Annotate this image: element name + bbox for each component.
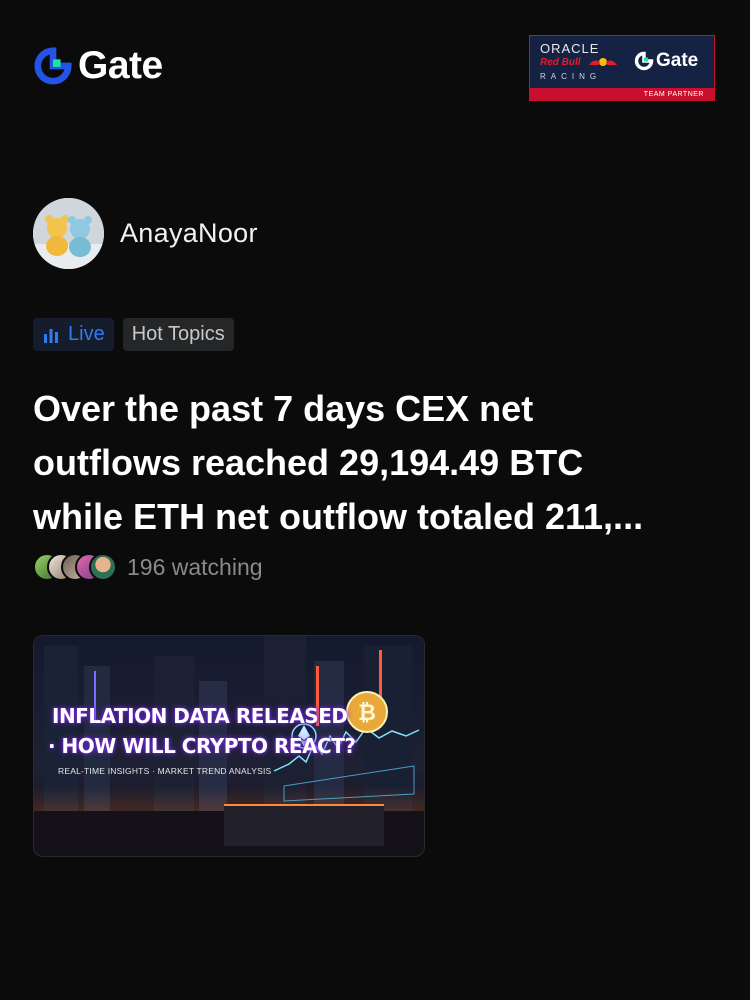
post-title[interactable]: Over the past 7 days CEX net outflows re… [33, 382, 723, 544]
watchers-row: 196 watching [33, 553, 263, 581]
hot-topics-label: Hot Topics [131, 323, 225, 345]
team-partner-strip: TEAM PARTNER [530, 88, 714, 100]
redbull-bulls-icon [589, 58, 617, 66]
bar-chart-icon [44, 328, 58, 343]
watcher-avatars [33, 553, 117, 581]
oracle-wordmark: ORACLE [540, 41, 600, 56]
hot-topics-tag[interactable]: Hot Topics [122, 318, 234, 351]
svg-text:₿: ₿ [358, 700, 376, 725]
thumbnail-headline-2: · HOW WILL CRYPTO REACT? [48, 734, 356, 758]
live-tag-label: Live [68, 323, 105, 345]
bitcoin-icon: ₿ [346, 691, 388, 733]
watching-count: 196 watching [127, 553, 263, 580]
live-tag[interactable]: Live [33, 318, 114, 351]
team-partner-badge: ORACLE Red Bull RACING Gate TEAM PARTNER [529, 35, 715, 101]
watcher-avatar [89, 553, 117, 581]
teddy-bears-image [33, 198, 104, 269]
racing-wordmark: RACING [540, 72, 602, 81]
gate-logo[interactable]: Gate [34, 46, 163, 85]
thumbnail-subtitle: REAL-TIME INSIGHTS · MARKET TREND ANALYS… [58, 766, 272, 776]
gate-logo-icon [34, 46, 72, 84]
author-profile[interactable]: AnayaNoor [33, 198, 258, 269]
redbull-wordmark: Red Bull [540, 57, 581, 68]
thumbnail-headline-1: INFLATION DATA RELEASED [52, 704, 348, 728]
topic-tags: Live Hot Topics [33, 318, 234, 351]
partner-gate-logo: Gate [634, 50, 698, 72]
author-avatar[interactable] [33, 198, 104, 269]
author-name[interactable]: AnayaNoor [120, 218, 258, 249]
team-partner-label: TEAM PARTNER [643, 90, 704, 98]
post-thumbnail[interactable]: ₿ INFLATION DATA RELEASED · HOW WILL CRY… [33, 635, 425, 857]
gate-logo-icon [634, 51, 654, 71]
gate-logo-text: Gate [78, 44, 163, 87]
